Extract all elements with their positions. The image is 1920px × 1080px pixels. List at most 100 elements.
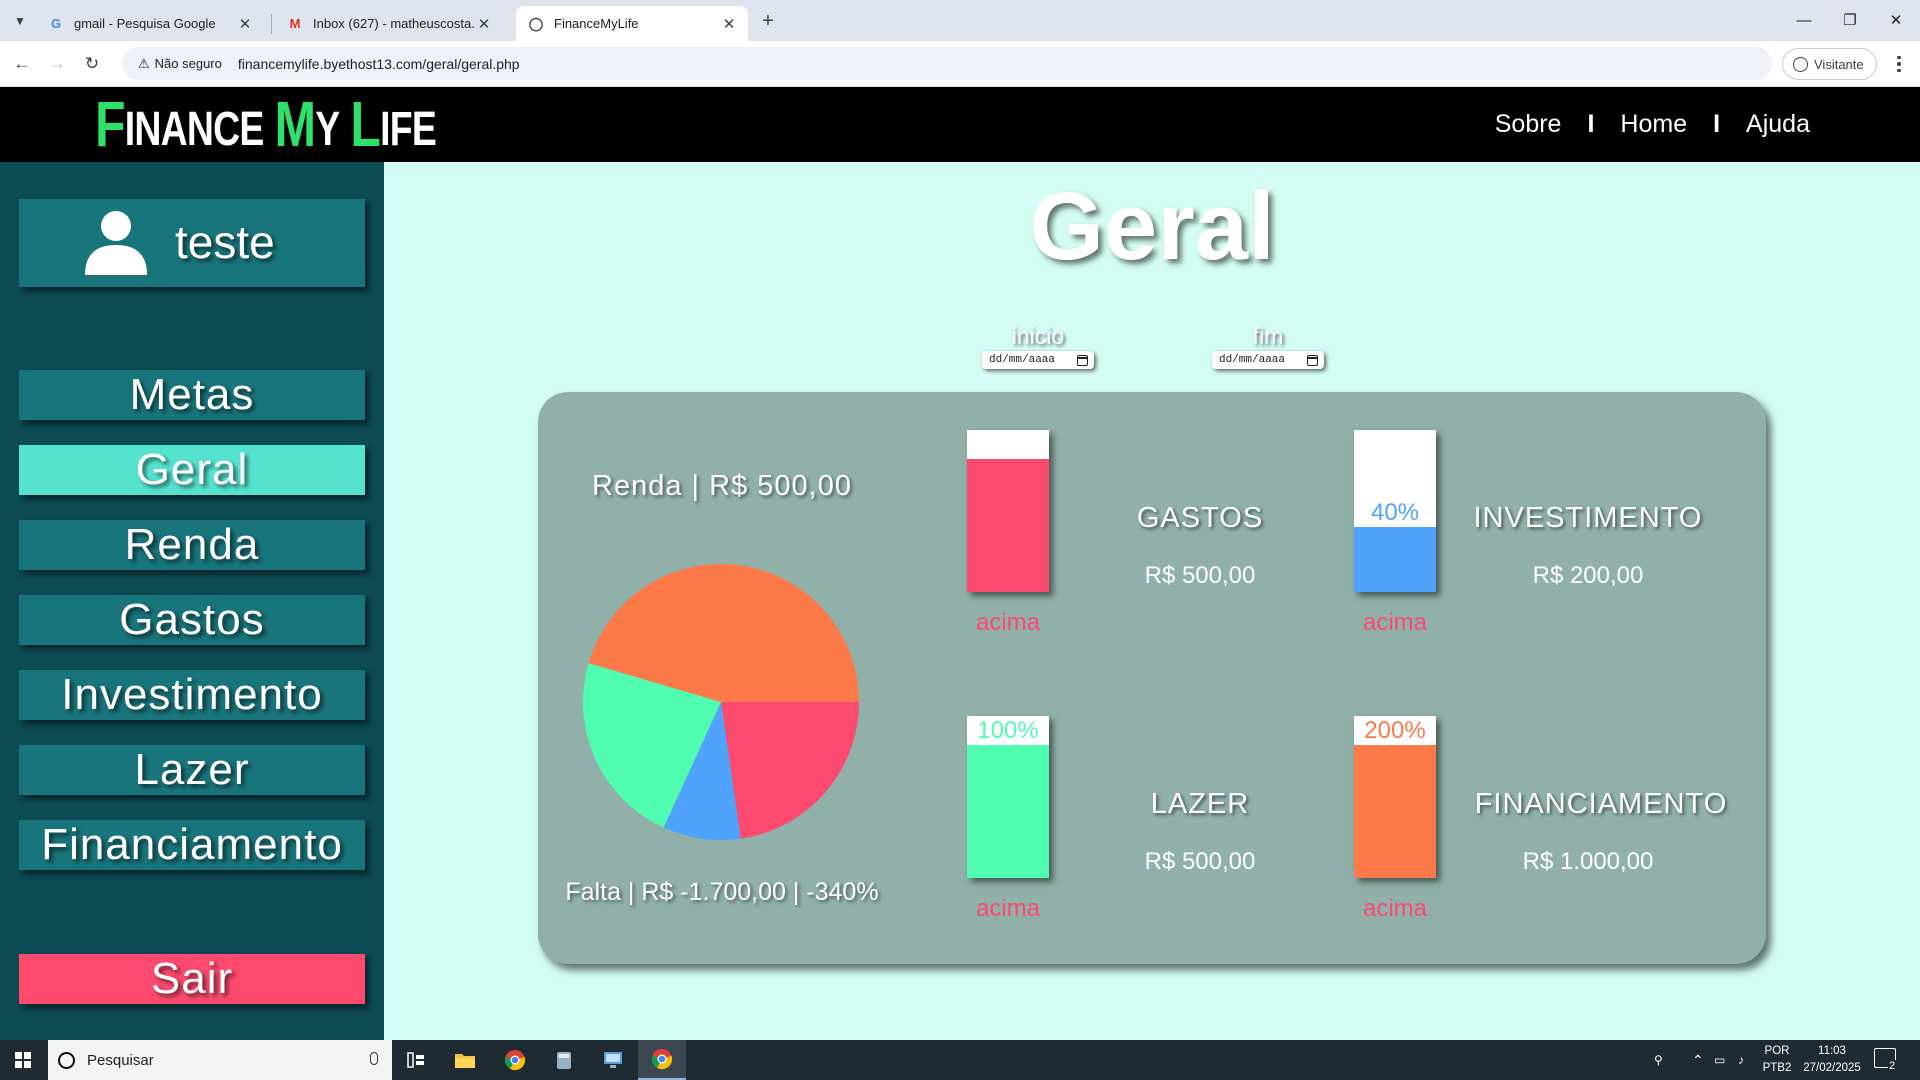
date-start-label: inicio [1011, 323, 1065, 349]
window-close-icon[interactable]: ✕ [1873, 6, 1919, 34]
browser-tab-google[interactable]: G gmail - Pesquisa Google ✕ [36, 6, 264, 41]
windows-taskbar: Pesquisar ⚲ ⌃ ▭ ♪ POR PTB2 11:03 27/02/2… [0, 1040, 1920, 1080]
user-card[interactable]: teste [19, 199, 365, 287]
sidebar: teste Metas Geral Renda Gastos Investime… [0, 162, 384, 1040]
microphone-icon[interactable] [370, 1052, 378, 1065]
close-tab-icon[interactable]: ✕ [475, 15, 493, 33]
investimento-progress-bar: 40% [1354, 430, 1436, 592]
lazer-title: LAZER [1150, 788, 1250, 820]
investimento-bar-fill [1354, 527, 1436, 592]
task-view-icon[interactable] [392, 1040, 440, 1080]
gastos-value: R$ 500,00 [1144, 562, 1256, 589]
security-label: Não seguro [154, 56, 222, 71]
browser-toolbar: ← → ↻ ⚠ Não seguro financemylife.byethos… [0, 41, 1920, 87]
investimento-value: R$ 200,00 [1532, 562, 1644, 589]
financiamento-percent: 200% [1364, 717, 1426, 744]
summary-panel: Renda | R$ 500,00 Falta | R$ -1.700,00 |… [538, 392, 1766, 964]
sidebar-item-financiamento[interactable]: Financiamento [19, 820, 365, 870]
start-button[interactable] [0, 1040, 46, 1080]
browser-menu-icon[interactable] [1888, 52, 1910, 76]
sidebar-item-geral[interactable]: Geral [19, 445, 365, 495]
investimento-status: acima [1362, 609, 1428, 636]
app-icon[interactable] [540, 1040, 588, 1080]
close-tab-icon[interactable]: ✕ [236, 15, 254, 33]
lazer-progress-bar: 100% [967, 716, 1049, 878]
minimize-icon[interactable]: — [1781, 6, 1827, 34]
new-tab-plus-icon[interactable]: + [755, 8, 781, 34]
people-icon[interactable]: ⚲ [1654, 1040, 1663, 1080]
logo-letter: L [350, 88, 381, 160]
logo-letter: M [274, 88, 316, 160]
url-text[interactable]: financemylife.byethost13.com/geral/geral… [238, 56, 520, 72]
browser-tab-strip: ▼ G gmail - Pesquisa Google ✕ M Inbox (6… [0, 0, 1920, 41]
chrome-active-icon[interactable] [638, 1040, 686, 1080]
calendar-icon[interactable] [1307, 354, 1318, 366]
notification-count: 2 [1888, 1060, 1897, 1072]
sidebar-item-lazer[interactable]: Lazer [19, 745, 365, 795]
nav-separator: I [1713, 110, 1721, 138]
sidebar-item-gastos[interactable]: Gastos [19, 595, 365, 645]
file-explorer-icon[interactable] [441, 1040, 489, 1080]
site-header: F INANCE M Y L IFE Sobre I Home I Ajuda [0, 87, 1920, 162]
back-arrow-icon[interactable]: ← [8, 50, 36, 78]
reload-icon[interactable]: ↻ [78, 50, 106, 78]
top-nav: Sobre I Home I Ajuda [1495, 87, 1810, 162]
taskbar-search[interactable]: Pesquisar [48, 1040, 392, 1080]
tab-title: gmail - Pesquisa Google [74, 16, 216, 31]
logo-text: INANCE [124, 103, 265, 156]
chrome-icon[interactable] [491, 1040, 539, 1080]
volume-icon[interactable]: ♪ [1738, 1040, 1744, 1080]
profile-button[interactable]: Visitante [1782, 48, 1877, 80]
warning-triangle-icon: ⚠ [138, 55, 150, 71]
clock-time: 11:03 [1818, 1045, 1846, 1057]
sidebar-item-metas[interactable]: Metas [19, 370, 365, 420]
username: teste [175, 216, 275, 268]
tab-divider [271, 14, 272, 34]
gmail-icon: M [289, 16, 301, 31]
calendar-icon[interactable] [1077, 354, 1088, 366]
tab-search-chevron-icon[interactable]: ▼ [8, 9, 32, 33]
globe-icon: ◯ [528, 15, 544, 31]
date-start-input[interactable]: dd/mm/aaaa [982, 351, 1094, 369]
network-icon[interactable]: ▭ [1714, 1040, 1725, 1080]
search-icon [58, 1051, 75, 1069]
investimento-percent: 40% [1370, 499, 1420, 526]
clock-date: 27/02/2025 [1803, 1062, 1861, 1074]
windows-logo-icon [15, 1052, 31, 1068]
language-indicator[interactable]: POR PTB2 [1760, 1043, 1794, 1077]
date-placeholder: dd/mm/aaaa [989, 354, 1056, 366]
profile-avatar-icon [1793, 56, 1808, 72]
distribution-pie-chart [583, 564, 859, 840]
nav-link-ajuda[interactable]: Ajuda [1746, 110, 1810, 139]
address-bar[interactable]: ⚠ Não seguro financemylife.byethost13.co… [122, 47, 1772, 80]
logo-text: Y [315, 103, 340, 156]
sidebar-item-renda[interactable]: Renda [19, 520, 365, 570]
gastos-title: GASTOS [1136, 502, 1264, 534]
tray-chevron-up-icon[interactable]: ⌃ [1692, 1040, 1704, 1080]
forward-arrow-icon[interactable]: → [43, 50, 71, 78]
browser-tab-financemylife[interactable]: ◯ FinanceMyLife ✕ [516, 6, 748, 41]
language-code: POR [1764, 1045, 1790, 1057]
browser-tab-gmail[interactable]: M Inbox (627) - matheuscosta.mc ✕ [275, 6, 503, 41]
restore-icon[interactable]: ❐ [1827, 6, 1873, 34]
investimento-title: INVESTIMENTO [1473, 502, 1703, 534]
date-end-input[interactable]: dd/mm/aaaa [1212, 351, 1324, 369]
financemylife-logo[interactable]: F INANCE M Y L IFE [95, 92, 437, 156]
financiamento-value: R$ 1.000,00 [1522, 848, 1654, 875]
google-icon: G [50, 16, 62, 31]
lazer-value: R$ 500,00 [1144, 848, 1256, 875]
remote-desktop-icon[interactable] [589, 1040, 637, 1080]
close-tab-icon[interactable]: ✕ [720, 15, 738, 33]
gastos-bar-fill [967, 459, 1049, 592]
nav-link-home[interactable]: Home [1620, 110, 1687, 139]
renda-summary: Renda | R$ 500,00 [592, 470, 852, 502]
nav-link-sobre[interactable]: Sobre [1495, 110, 1562, 139]
clock[interactable]: 11:03 27/02/2025 [1796, 1043, 1868, 1077]
security-chip[interactable]: ⚠ Não seguro [130, 51, 230, 76]
page-title: Geral [1029, 173, 1275, 280]
pie-slice-gastos [721, 702, 859, 839]
logo-text: IFE [380, 103, 437, 156]
logout-button[interactable]: Sair [19, 954, 365, 1004]
lazer-status: acima [975, 895, 1041, 922]
sidebar-item-investimento[interactable]: Investimento [19, 670, 365, 720]
